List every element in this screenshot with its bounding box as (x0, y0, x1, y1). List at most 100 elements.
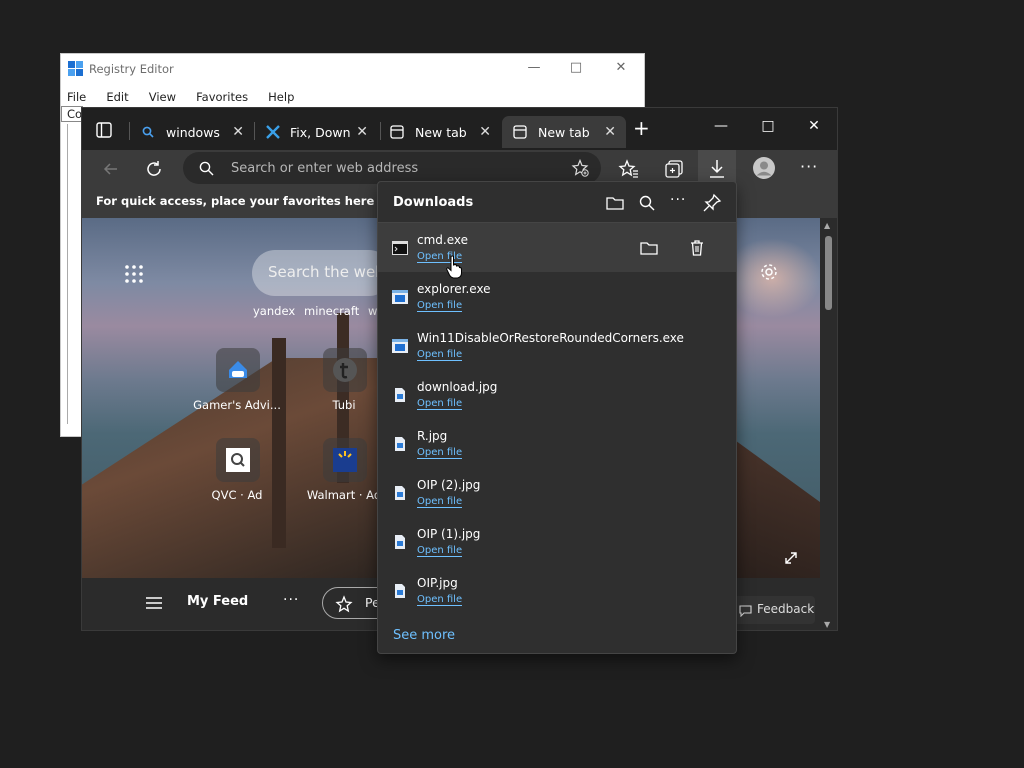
download-filename: cmd.exe (417, 233, 469, 247)
quick-link-minecraft[interactable]: minecraft (304, 304, 359, 318)
profile-avatar[interactable] (752, 156, 776, 180)
open-downloads-folder-icon[interactable] (604, 192, 626, 214)
personalize-icon (335, 595, 353, 613)
tile-icon-box (216, 438, 260, 482)
expand-icon[interactable] (784, 551, 798, 565)
tile-gamers-advisor[interactable]: Gamer's Advi... (192, 348, 282, 428)
web-search-box[interactable]: Search the web (252, 250, 392, 296)
tab-close-icon[interactable]: ✕ (232, 124, 244, 140)
open-file-link[interactable]: Open file (417, 398, 463, 410)
tab-new-tab-1[interactable]: New tab ✕ (383, 116, 501, 148)
quick-link-partial[interactable]: w (368, 304, 377, 318)
open-file-link[interactable]: Open file (417, 349, 463, 361)
address-bar[interactable] (183, 152, 601, 184)
menu-file[interactable]: File (67, 90, 86, 104)
feed-more-icon[interactable]: ··· (283, 592, 299, 608)
download-item-cmd[interactable]: cmd.exe Open file (378, 223, 736, 272)
maximize-icon[interactable]: □ (566, 60, 586, 78)
close-icon[interactable]: ✕ (611, 60, 631, 78)
tile-label: QVC · Ad (211, 488, 263, 502)
downloads-panel: Downloads ··· cmd.exe Open file explorer… (377, 181, 737, 654)
download-item-download-jpg[interactable]: download.jpg Open file (378, 370, 736, 419)
tab-fix-download[interactable]: Fix, Downlo ✕ (258, 116, 378, 148)
minimize-icon[interactable]: — (524, 60, 544, 78)
download-filename: OIP (2).jpg (417, 478, 481, 492)
app-launcher-icon[interactable] (124, 264, 144, 284)
open-file-link[interactable]: Open file (417, 594, 463, 606)
regedit-address-bar[interactable]: Co (61, 106, 83, 122)
tile-qvc-ad[interactable]: QVC · Ad (192, 438, 282, 518)
address-input[interactable] (231, 159, 551, 177)
show-in-folder-icon[interactable] (638, 237, 660, 259)
tile-tubi[interactable]: Tubi (299, 348, 389, 428)
feedback-button[interactable]: Feedback (733, 596, 815, 624)
regedit-titlebar[interactable]: Registry Editor — □ ✕ (61, 54, 644, 84)
regedit-menubar: File Edit View Favorites Help (67, 86, 309, 104)
refresh-icon[interactable] (143, 158, 165, 180)
regedit-title: Registry Editor (89, 62, 174, 76)
scrollbar-thumb[interactable] (825, 236, 832, 310)
page-scrollbar[interactable]: ▲ ▼ (820, 218, 837, 630)
image-file-icon (395, 584, 405, 598)
search-icon (199, 161, 214, 176)
menu-favorites[interactable]: Favorites (196, 90, 248, 104)
download-filename: download.jpg (417, 380, 498, 394)
downloads-more-options-icon[interactable]: ··· (670, 192, 686, 208)
tile-icon-box (323, 438, 367, 482)
tab-close-icon[interactable]: ✕ (356, 124, 368, 140)
feedback-label: Feedback (757, 602, 815, 616)
image-file-icon (395, 486, 405, 500)
minimize-icon[interactable]: — (710, 118, 732, 138)
image-file-icon (395, 388, 405, 402)
cmd-file-icon (392, 241, 408, 255)
open-file-link[interactable]: Open file (417, 447, 463, 459)
my-feed-label[interactable]: My Feed (187, 594, 248, 609)
hamburger-menu-icon[interactable] (145, 596, 163, 610)
collections-icon[interactable] (663, 158, 685, 180)
search-downloads-icon[interactable] (636, 192, 658, 214)
registry-editor-icon (68, 61, 83, 76)
download-filename: Win11DisableOrRestoreRoundedCorners.exe (417, 331, 684, 345)
exe-file-icon (392, 290, 408, 304)
pin-icon[interactable] (701, 192, 723, 214)
web-search-placeholder: Search the web (268, 263, 385, 281)
scroll-up-icon[interactable]: ▲ (824, 221, 830, 230)
back-icon[interactable] (100, 158, 122, 180)
tile-icon-box (216, 348, 260, 392)
tab-windows-search[interactable]: windows 10 ✕ (134, 116, 254, 148)
delete-trash-icon[interactable] (686, 237, 708, 259)
tab-close-icon[interactable]: ✕ (479, 124, 491, 140)
regedit-tree-pane[interactable] (67, 124, 70, 424)
menu-view[interactable]: View (149, 90, 176, 104)
see-more-link[interactable]: See more (393, 628, 455, 643)
download-item-r-jpg[interactable]: R.jpg Open file (378, 419, 736, 468)
menu-help[interactable]: Help (268, 90, 294, 104)
hand-cursor-icon (446, 255, 462, 279)
download-item-oip-2-jpg[interactable]: OIP (2).jpg Open file (378, 468, 736, 517)
close-icon[interactable]: ✕ (803, 118, 825, 138)
open-file-link[interactable]: Open file (417, 545, 463, 557)
tab-close-icon[interactable]: ✕ (604, 124, 616, 140)
menu-edit[interactable]: Edit (106, 90, 128, 104)
download-item-oip-1-jpg[interactable]: OIP (1).jpg Open file (378, 517, 736, 566)
search-icon (142, 126, 154, 138)
open-file-link[interactable]: Open file (417, 496, 463, 508)
maximize-icon[interactable]: □ (757, 118, 779, 138)
open-file-link[interactable]: Open file (417, 300, 463, 312)
page-settings-gear-icon[interactable] (759, 262, 779, 282)
tile-label: Gamer's Advi... (193, 398, 281, 412)
scroll-down-icon[interactable]: ▼ (824, 620, 830, 629)
quick-link-yandex[interactable]: yandex (253, 304, 295, 318)
download-item-oip-jpg[interactable]: OIP.jpg Open file (378, 566, 736, 615)
tab-new-tab-active[interactable]: New tab ✕ (502, 116, 626, 148)
download-item-win11-rounded-corners[interactable]: Win11DisableOrRestoreRoundedCorners.exe … (378, 321, 736, 370)
tab-label: Fix, Downlo (290, 125, 350, 140)
tab-label: New tab (415, 125, 467, 140)
favorites-icon[interactable] (618, 158, 640, 180)
new-tab-plus-icon[interactable]: + (633, 116, 650, 140)
add-favorite-icon[interactable] (571, 159, 589, 177)
tab-actions-icon[interactable] (96, 122, 112, 138)
tile-walmart-ad[interactable]: Walmart · Ad (299, 438, 389, 518)
more-options-icon[interactable]: ··· (800, 157, 818, 176)
download-item-explorer[interactable]: explorer.exe Open file (378, 272, 736, 321)
